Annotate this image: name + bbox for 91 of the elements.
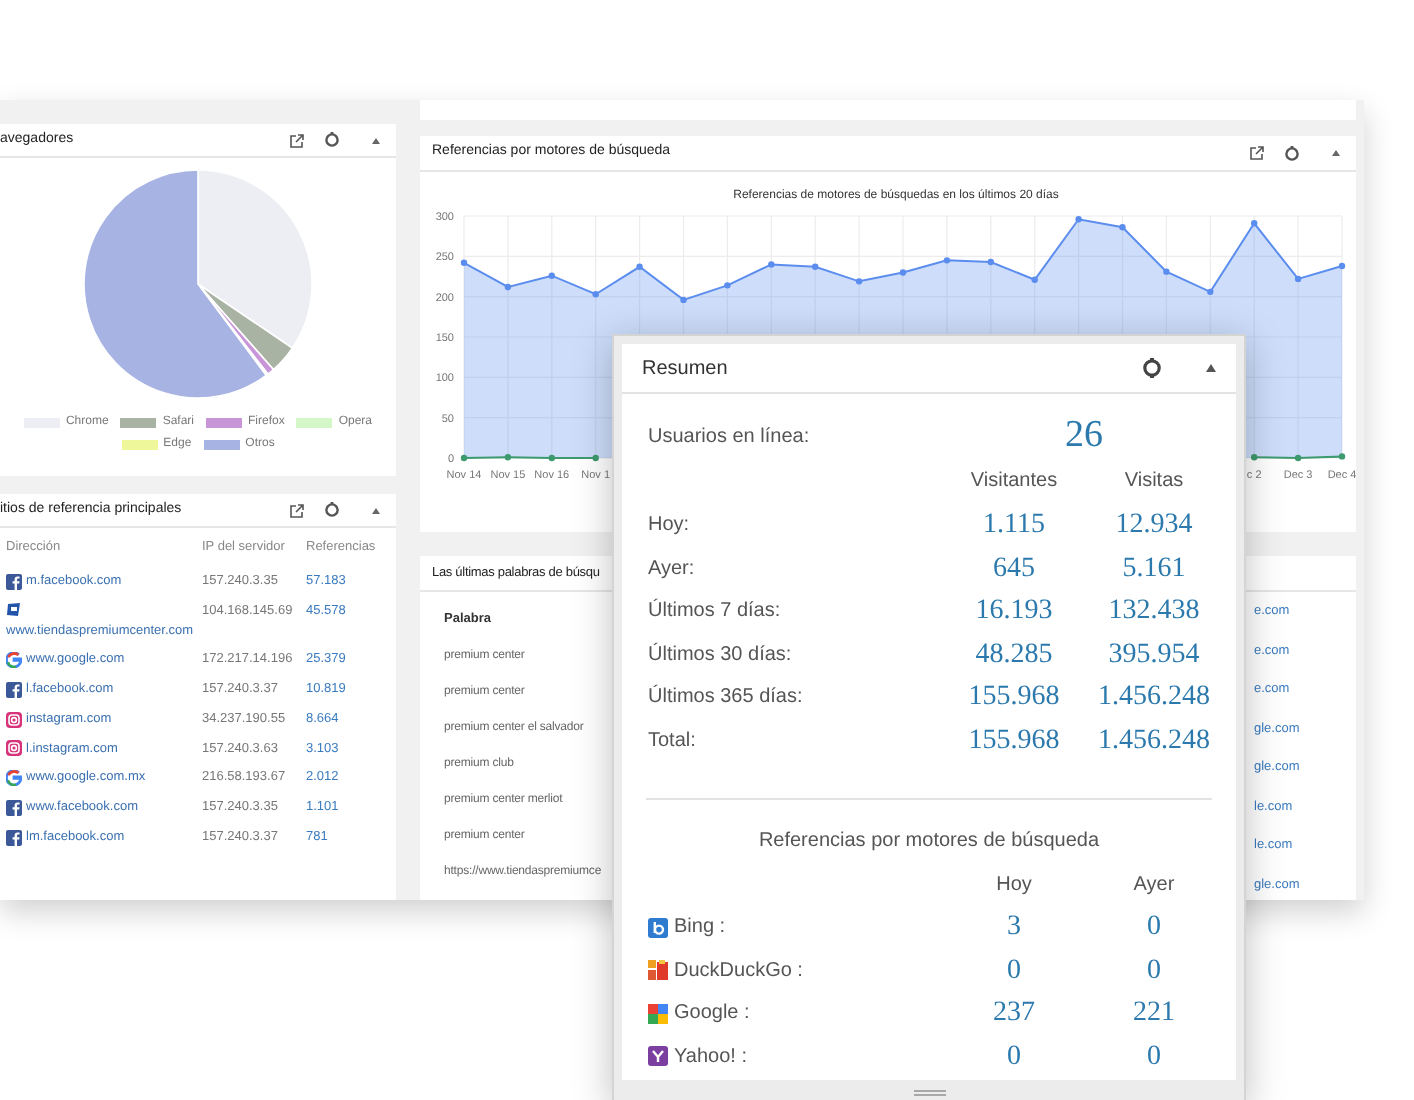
caret-up-icon[interactable] [1332,150,1340,156]
refresh-icon[interactable] [1142,358,1162,378]
site-logo-icon[interactable] [6,601,22,617]
stat-value: 0 [1145,910,1163,946]
bing-icon[interactable] [648,917,668,938]
section-title: Referencias por motores de búsqueda [756,828,1102,856]
point [724,282,731,289]
point [592,291,599,298]
stat-value: 395.954 [1106,637,1202,673]
row-label: Últimos 365 días: [648,682,805,713]
point [1031,276,1038,283]
external-link-icon[interactable] [290,133,304,147]
stat-value: 48.285 [973,637,1055,673]
column-header: Ayer [1131,872,1177,900]
camera-icon[interactable] [6,711,22,728]
point [548,454,555,462]
external-link-icon[interactable] [290,503,304,517]
facebook-icon[interactable] [6,573,22,590]
external-link-icon[interactable] [1250,146,1264,160]
point [1338,453,1346,460]
point [855,278,863,285]
refresh-icon[interactable] [1284,145,1300,161]
row-label: Últimos 30 días: [648,640,794,670]
facebook-icon[interactable] [6,681,22,698]
google-icon[interactable] [6,770,22,787]
resize-handle-icon[interactable] [913,1090,945,1096]
row-label: Bing : [674,914,726,943]
point [504,453,512,461]
stat-value: 5.161 [1120,551,1188,587]
stat-value: 1.115 [981,508,1047,544]
point [548,272,555,279]
caret-up-icon[interactable] [372,507,380,513]
row-label: Ayer: [648,555,697,584]
point [987,258,994,266]
point [1294,275,1302,283]
online-count: 26 [1063,412,1105,460]
point [460,259,468,266]
stat-value: 0 [1145,953,1163,989]
row-label: DuckDuckGo : [674,957,803,986]
point [768,261,775,268]
refresh-icon[interactable] [324,132,340,148]
point [812,263,819,271]
stat-value: 1.456.248 [1096,680,1212,716]
row-label: Total: [648,727,698,756]
stat-value: 221 [1131,996,1177,1032]
point [1294,454,1302,462]
point [1251,453,1258,461]
point [1338,262,1346,270]
point [899,269,907,276]
point [680,296,687,304]
point [636,263,643,271]
stat-value: 645 [991,551,1037,587]
point [592,454,599,462]
stat-value: 0 [1005,953,1023,989]
row-label: Últimos 7 días: [648,596,783,627]
point [1075,216,1082,223]
field-label: Usuarios en línea: [648,423,812,451]
stat-value: 16.193 [973,594,1055,630]
stat-value: 1.456.248 [1096,723,1212,759]
point [943,257,951,264]
point [460,454,468,462]
stat-value: 3 [1005,910,1023,946]
yahoo-icon[interactable] [648,1046,668,1067]
duck-icon[interactable] [648,960,668,981]
google-icon[interactable] [6,652,22,669]
stat-value: 0 [1145,1039,1163,1075]
stat-value: 237 [991,996,1037,1032]
row-label: Google : [674,1000,750,1029]
point [1163,268,1170,275]
caret-up-icon[interactable] [372,137,380,143]
point [1207,288,1214,296]
facebook-icon[interactable] [6,829,22,846]
camera-icon[interactable] [6,740,22,757]
point [504,283,512,291]
card-title: Resumen [642,355,730,383]
stat-value: 0 [1005,1039,1023,1075]
point [1119,224,1126,231]
caret-up-icon[interactable] [1206,364,1216,372]
facebook-icon[interactable] [6,799,22,816]
stat-value: 155.968 [966,723,1062,759]
refresh-icon[interactable] [324,502,340,518]
column-header: Visitantes [968,468,1060,496]
row-label: Hoy: [648,512,692,541]
point [1251,220,1258,227]
row-label: Yahoo! : [674,1043,748,1072]
column-header: Visitas [1122,468,1186,496]
column-header: Hoy [994,872,1034,900]
google-icon[interactable] [648,1003,668,1024]
stat-value: 132.438 [1106,594,1202,630]
stat-value: 12.934 [1113,508,1195,544]
stat-value: 155.968 [966,680,1062,716]
